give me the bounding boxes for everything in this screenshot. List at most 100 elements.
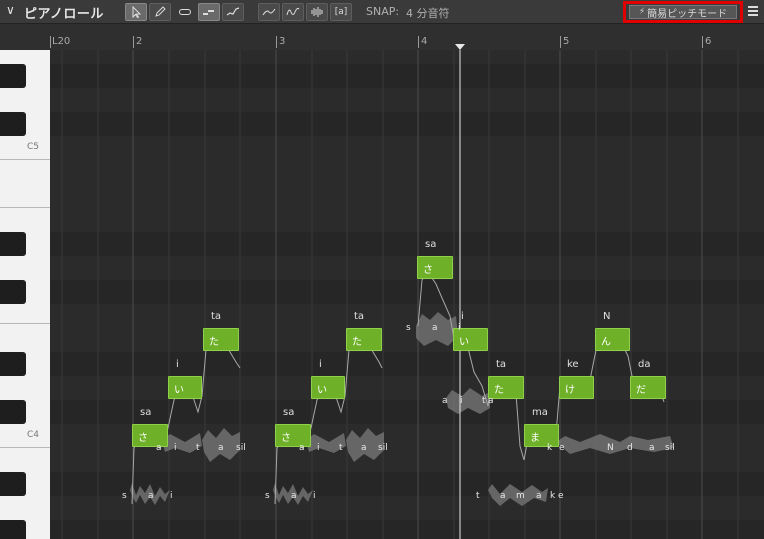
note-i[interactable]: い [311, 376, 345, 399]
edit-tool-group [125, 3, 171, 21]
note-ma[interactable]: ま [524, 424, 559, 447]
note-n[interactable]: ん [595, 328, 630, 351]
pitch-param-button[interactable] [258, 3, 280, 21]
note-lyric: ke [567, 359, 579, 370]
link-icon [179, 9, 191, 15]
cursor-icon [132, 6, 142, 18]
phoneme-label: a [649, 443, 655, 453]
lightning-icon: ⚡ [638, 7, 646, 17]
note-lyric: N [603, 311, 611, 322]
phoneme-label: t [196, 443, 200, 453]
note-editing-area[interactable]: さ sa い i た ta さ sa い i た ta さ sa い i た t… [50, 50, 764, 539]
note-da[interactable]: だ [630, 376, 666, 399]
phoneme-label: t [339, 443, 343, 453]
black-key[interactable] [0, 280, 26, 304]
simple-pitch-mode-label: 簡易ピッチモード [647, 8, 728, 20]
phoneme-label: i [170, 491, 173, 501]
phoneme-label: a [291, 491, 297, 501]
phoneme-label: a [536, 491, 542, 501]
phoneme-label: e [558, 491, 564, 501]
black-key[interactable] [0, 64, 26, 88]
phoneme-label: i [458, 323, 461, 333]
note-lyric: i [176, 359, 179, 370]
black-key[interactable] [0, 352, 26, 376]
white-key-divider [0, 159, 50, 160]
grid-lines [50, 50, 764, 539]
phoneme-label: e [559, 443, 565, 453]
phoneme-label: t [482, 396, 486, 406]
note-lyric: i [319, 359, 322, 370]
pencil-icon [155, 6, 166, 17]
note-view-button[interactable] [198, 3, 220, 21]
bar-label: 4 [421, 36, 428, 47]
chevron-down-icon[interactable]: ∨ [6, 3, 15, 17]
key-label-c5: C5 [27, 142, 40, 152]
pitch-view-button[interactable] [222, 3, 244, 21]
phoneme-label: sil [236, 443, 246, 453]
note-lyric: ta [354, 311, 365, 322]
note-sa[interactable]: さ [417, 256, 453, 279]
white-key-divider [0, 207, 50, 208]
note-lyric: ta [211, 311, 222, 322]
menu-icon[interactable] [748, 6, 758, 18]
phoneme-label: s [265, 491, 270, 501]
phoneme-label: k [547, 443, 553, 453]
bar-tick [276, 36, 277, 48]
phoneme-label: i [460, 396, 463, 406]
phoneme-label: a [361, 443, 367, 453]
note-sa[interactable]: さ [275, 424, 311, 447]
phoneme-label: t [476, 491, 480, 501]
phoneme-label: sil [378, 443, 388, 453]
black-key[interactable] [0, 232, 26, 256]
bar-label: L20 [52, 36, 71, 47]
black-key[interactable] [0, 400, 26, 424]
note-ta[interactable]: た [203, 328, 239, 351]
view-mode-group [198, 3, 244, 21]
bar-tick [560, 36, 561, 48]
bar-tick [50, 36, 51, 48]
note-lyric: i [461, 311, 464, 322]
black-key[interactable] [0, 520, 26, 539]
select-tool-button[interactable] [125, 3, 147, 21]
phoneme-label: a [488, 396, 494, 406]
panel-title: ピアノロール [24, 7, 104, 22]
phoneme-label: a [432, 323, 438, 333]
simple-pitch-mode-highlight: ⚡ 簡易ピッチモード [623, 1, 743, 23]
waveform-param-button[interactable] [306, 3, 328, 21]
phoneme-label: a [299, 443, 305, 453]
note-sa[interactable]: さ [132, 424, 168, 447]
phoneme-label: s [122, 491, 127, 501]
piano-keyboard[interactable]: C5 C4 [0, 50, 50, 539]
phoneme-label: i [317, 443, 320, 453]
pencil-tool-button[interactable] [149, 3, 171, 21]
note-lyric: ma [532, 407, 548, 418]
line-curve-icon [262, 8, 276, 16]
pitch-curve-icon [226, 7, 240, 16]
phoneme-label: N [607, 443, 614, 453]
snap-value[interactable]: 4 分音符 [406, 5, 450, 21]
phoneme-label: m [516, 491, 525, 501]
bar-tick [133, 36, 134, 48]
link-tool-button[interactable] [174, 3, 196, 21]
bar-tick [418, 36, 419, 48]
phoneme-label: k [550, 491, 556, 501]
phoneme-label: i [174, 443, 177, 453]
white-key-divider [0, 447, 50, 448]
phoneme-label: i [313, 491, 316, 501]
black-key[interactable] [0, 112, 26, 136]
key-label-c4: C4 [27, 430, 40, 440]
simple-pitch-mode-button[interactable]: ⚡ 簡易ピッチモード [629, 5, 737, 20]
note-ke[interactable]: け [559, 376, 594, 399]
note-i[interactable]: い [168, 376, 202, 399]
timeline-ruler[interactable]: L20 2 3 4 5 6 [0, 24, 764, 50]
phoneme-label: d [627, 443, 633, 453]
note-ta[interactable]: た [346, 328, 382, 351]
black-key[interactable] [0, 472, 26, 496]
phoneme-label: sil [665, 443, 675, 453]
bar-label: 3 [279, 36, 286, 47]
white-key-divider [0, 323, 50, 324]
phoneme-text-button[interactable]: [a] [330, 3, 352, 21]
vibrato-param-button[interactable] [282, 3, 304, 21]
note-lyric: sa [140, 407, 152, 418]
phoneme-label: a [218, 443, 224, 453]
